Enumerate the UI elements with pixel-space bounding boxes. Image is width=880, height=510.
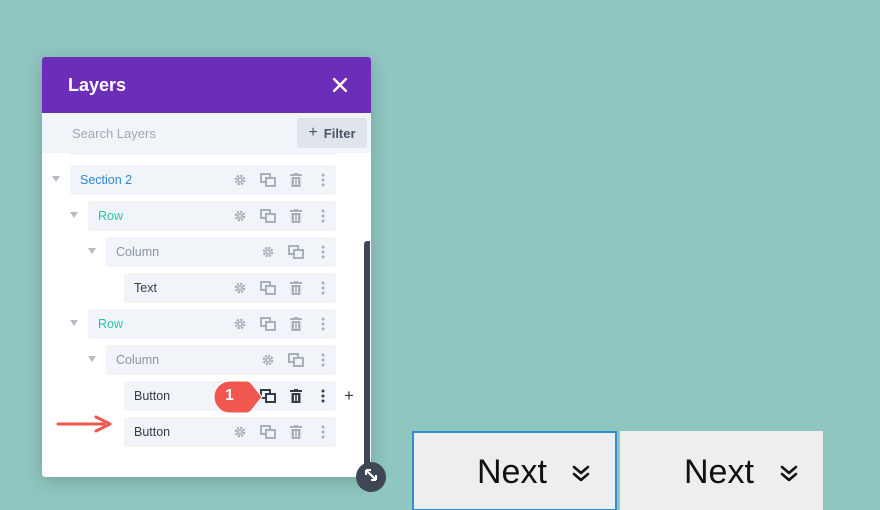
duplicate-icon[interactable]	[254, 309, 282, 339]
layer-label: Column	[116, 245, 160, 259]
trash-icon[interactable]	[282, 165, 310, 195]
plus-icon: +	[308, 124, 318, 141]
layer-label: Section 2	[80, 173, 133, 187]
collapse-caret-icon[interactable]	[88, 248, 96, 254]
gear-icon[interactable]	[226, 309, 254, 339]
more-vertical-icon[interactable]	[310, 309, 336, 339]
collapse-caret-icon[interactable]	[88, 356, 96, 362]
more-vertical-icon[interactable]	[310, 165, 336, 195]
layer-actions	[226, 309, 336, 339]
more-vertical-icon[interactable]	[310, 201, 336, 231]
trash-icon[interactable]	[282, 201, 310, 231]
layer-actions	[226, 273, 336, 303]
next-button[interactable]: Next	[412, 431, 617, 510]
layer-item-row[interactable]: Row	[88, 309, 336, 339]
trash-icon[interactable]	[282, 417, 310, 447]
next-button-label: Next	[477, 453, 547, 491]
more-vertical-icon[interactable]	[310, 381, 336, 411]
search-bar: + Filter	[42, 113, 371, 153]
trash-icon[interactable]	[282, 309, 310, 339]
gear-icon[interactable]	[226, 165, 254, 195]
resize-icon	[364, 468, 378, 487]
callout-number: 1	[225, 387, 234, 404]
double-chevron-down-icon	[571, 465, 591, 488]
add-module-icon[interactable]: +	[344, 386, 354, 406]
close-icon[interactable]	[332, 74, 348, 96]
more-vertical-icon[interactable]	[310, 273, 336, 303]
layer-item-module[interactable]: Text	[124, 273, 336, 303]
layer-label: Button	[134, 425, 171, 439]
layer-item-column[interactable]: Column	[106, 345, 336, 375]
gear-icon[interactable]	[226, 417, 254, 447]
scrollbar[interactable]	[364, 241, 370, 477]
layer-item-section[interactable]: Section 2	[70, 165, 336, 195]
duplicate-icon[interactable]	[282, 345, 310, 375]
trash-icon[interactable]	[282, 273, 310, 303]
gear-icon[interactable]	[226, 273, 254, 303]
layers-panel-header: Layers	[42, 57, 371, 113]
layer-item-module[interactable]: Button	[124, 417, 336, 447]
double-chevron-down-icon	[779, 465, 799, 488]
arrow-right-icon	[56, 414, 114, 439]
panel-title: Layers	[68, 74, 127, 95]
gear-icon[interactable]	[254, 345, 282, 375]
gear-icon[interactable]	[254, 237, 282, 267]
layer-label: Column	[116, 353, 160, 367]
layer-label: Row	[98, 317, 124, 331]
layer-actions	[226, 165, 336, 195]
more-vertical-icon[interactable]	[310, 345, 336, 375]
layer-item-column[interactable]: Column	[106, 237, 336, 267]
layer-label: Row	[98, 209, 124, 223]
trash-icon[interactable]	[282, 381, 310, 411]
duplicate-icon[interactable]	[254, 273, 282, 303]
callout-badge: 1	[213, 380, 263, 414]
gear-icon[interactable]	[226, 201, 254, 231]
layer-actions	[254, 237, 336, 267]
next-button[interactable]: Next	[620, 431, 823, 510]
layer-item-row[interactable]: Row	[88, 201, 336, 231]
collapse-caret-icon[interactable]	[70, 320, 78, 326]
layer-label: Text	[134, 281, 157, 295]
divider	[70, 153, 336, 155]
collapse-caret-icon[interactable]	[52, 176, 60, 182]
duplicate-icon[interactable]	[254, 165, 282, 195]
search-input[interactable]	[72, 125, 272, 141]
collapse-caret-icon[interactable]	[70, 212, 78, 218]
layer-actions	[254, 381, 336, 411]
filter-label: Filter	[323, 125, 356, 141]
filter-button[interactable]: + Filter	[297, 118, 367, 148]
layer-actions	[254, 345, 336, 375]
more-vertical-icon[interactable]	[310, 417, 336, 447]
layer-actions	[226, 201, 336, 231]
layer-actions	[226, 417, 336, 447]
duplicate-icon[interactable]	[254, 201, 282, 231]
next-button-label: Next	[684, 453, 754, 491]
more-vertical-icon[interactable]	[310, 237, 336, 267]
duplicate-icon[interactable]	[254, 417, 282, 447]
layer-label: Button	[134, 389, 171, 403]
duplicate-icon[interactable]	[282, 237, 310, 267]
resize-handle[interactable]	[356, 462, 386, 492]
